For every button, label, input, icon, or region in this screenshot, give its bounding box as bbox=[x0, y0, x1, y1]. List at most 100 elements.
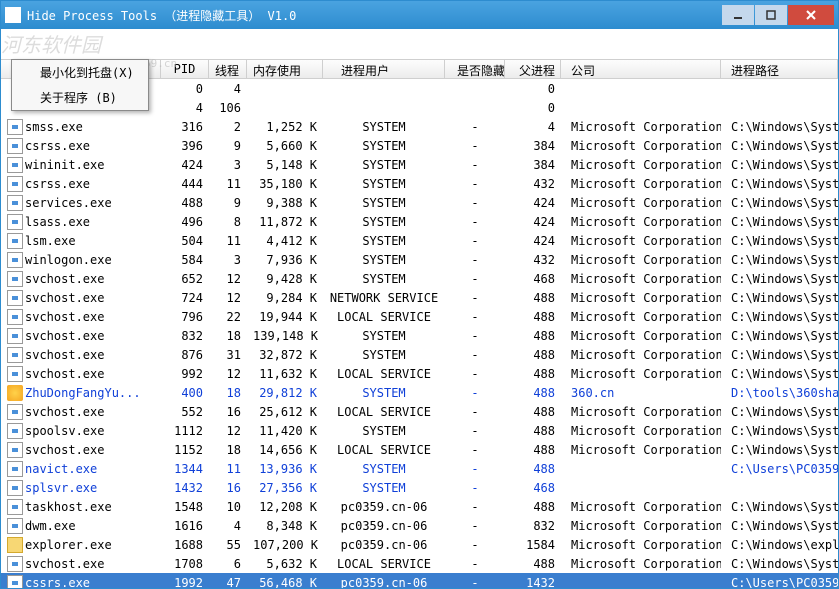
cell-path: C:\Windows\System3 bbox=[721, 443, 838, 457]
process-name: svchost.exe bbox=[25, 443, 104, 457]
cell-mem: 11,420 K bbox=[247, 424, 323, 438]
generic-icon bbox=[7, 404, 23, 420]
cell-name: services.exe bbox=[1, 195, 161, 211]
table-row[interactable]: svchost.exe83218139,148 KSYSTEM-488Micro… bbox=[1, 326, 838, 345]
cell-ppid: 384 bbox=[505, 139, 561, 153]
cell-name: spoolsv.exe bbox=[1, 423, 161, 439]
window-title: Hide Process Tools （进程隐藏工具） V1.0 bbox=[27, 7, 722, 24]
table-row[interactable]: navict.exe13441113,936 KSYSTEM-488C:\Use… bbox=[1, 459, 838, 478]
cell-ppid: 424 bbox=[505, 234, 561, 248]
cell-path: C:\Windows\System3 bbox=[721, 329, 838, 343]
table-row[interactable]: explorer.exe168855107,200 Kpc0359.cn-06-… bbox=[1, 535, 838, 554]
cell-hidden: - bbox=[445, 253, 505, 267]
table-row[interactable]: wininit.exe42435,148 KSYSTEM-384Microsof… bbox=[1, 155, 838, 174]
cell-ppid: 488 bbox=[505, 443, 561, 457]
cell-user: SYSTEM bbox=[323, 234, 445, 248]
cell-mem: 9,284 K bbox=[247, 291, 323, 305]
cell-pid: 1152 bbox=[161, 443, 209, 457]
cell-user: SYSTEM bbox=[323, 481, 445, 495]
col-path[interactable]: 进程路径 bbox=[721, 60, 838, 78]
table-row[interactable]: splsvr.exe14321627,356 KSYSTEM-468 bbox=[1, 478, 838, 497]
folder-icon bbox=[7, 537, 23, 553]
cell-user: pc0359.cn-06 bbox=[323, 576, 445, 589]
cell-hidden: - bbox=[445, 424, 505, 438]
col-user[interactable]: 进程用户 bbox=[323, 60, 445, 78]
table-row[interactable]: csrss.exe39695,660 KSYSTEM-384Microsoft … bbox=[1, 136, 838, 155]
cell-name: svchost.exe bbox=[1, 366, 161, 382]
table-row[interactable]: winlogon.exe58437,936 KSYSTEM-432Microso… bbox=[1, 250, 838, 269]
cell-user: SYSTEM bbox=[323, 272, 445, 286]
minimize-button[interactable] bbox=[722, 5, 754, 25]
generic-icon bbox=[7, 518, 23, 534]
table-row[interactable]: lsass.exe496811,872 KSYSTEM-424Microsoft… bbox=[1, 212, 838, 231]
cell-path: C:\Windows\System3 bbox=[721, 405, 838, 419]
cell-threads: 4 bbox=[209, 82, 247, 96]
cell-mem: 25,612 K bbox=[247, 405, 323, 419]
table-row[interactable]: svchost.exe7962219,944 KLOCAL SERVICE-48… bbox=[1, 307, 838, 326]
table-row[interactable]: svchost.exe11521814,656 KLOCAL SERVICE-4… bbox=[1, 440, 838, 459]
table-row[interactable]: lsm.exe504114,412 KSYSTEM-424Microsoft C… bbox=[1, 231, 838, 250]
table-row[interactable]: svchost.exe170865,632 KLOCAL SERVICE-488… bbox=[1, 554, 838, 573]
cell-company: Microsoft Corporation bbox=[561, 538, 721, 552]
window-controls bbox=[722, 5, 834, 25]
process-list[interactable]: 04041060smss.exe31621,252 KSYSTEM-4Micro… bbox=[1, 79, 838, 588]
cell-threads: 12 bbox=[209, 291, 247, 305]
table-row[interactable]: svchost.exe5521625,612 KLOCAL SERVICE-48… bbox=[1, 402, 838, 421]
table-row[interactable]: ZhuDongFangYu...4001829,812 KSYSTEM-4883… bbox=[1, 383, 838, 402]
maximize-button[interactable] bbox=[755, 5, 787, 25]
cell-company: Microsoft Corporation bbox=[561, 177, 721, 191]
cell-name: svchost.exe bbox=[1, 309, 161, 325]
cell-mem: 27,356 K bbox=[247, 481, 323, 495]
col-company[interactable]: 公司 bbox=[561, 60, 721, 78]
generic-icon bbox=[7, 575, 23, 589]
table-row[interactable]: spoolsv.exe11121211,420 KSYSTEM-488Micro… bbox=[1, 421, 838, 440]
cell-threads: 3 bbox=[209, 253, 247, 267]
process-name: explorer.exe bbox=[25, 538, 112, 552]
watermark-area: 河东软件园 www.pc0359.cn bbox=[1, 29, 838, 59]
cell-mem: 5,660 K bbox=[247, 139, 323, 153]
col-threads[interactable]: 线程 bbox=[209, 60, 247, 78]
cell-pid: 4 bbox=[161, 101, 209, 115]
col-mem[interactable]: 内存使用 bbox=[247, 60, 323, 78]
menu-about[interactable]: 关于程序 (B) bbox=[12, 85, 148, 110]
table-row[interactable]: svchost.exe8763132,872 KSYSTEM-488Micros… bbox=[1, 345, 838, 364]
cell-hidden: - bbox=[445, 405, 505, 419]
cell-ppid: 488 bbox=[505, 462, 561, 476]
titlebar[interactable]: Hide Process Tools （进程隐藏工具） V1.0 bbox=[1, 1, 838, 29]
col-hidden[interactable]: 是否隐藏 bbox=[445, 60, 505, 78]
table-row[interactable]: taskhost.exe15481012,208 Kpc0359.cn-06-4… bbox=[1, 497, 838, 516]
cell-user: SYSTEM bbox=[323, 253, 445, 267]
cell-name: csrss.exe bbox=[1, 138, 161, 154]
cell-hidden: - bbox=[445, 310, 505, 324]
table-row[interactable]: csrss.exe4441135,180 KSYSTEM-432Microsof… bbox=[1, 174, 838, 193]
generic-icon bbox=[7, 423, 23, 439]
table-row[interactable]: svchost.exe9921211,632 KLOCAL SERVICE-48… bbox=[1, 364, 838, 383]
table-row[interactable]: dwm.exe161648,348 Kpc0359.cn-06-832Micro… bbox=[1, 516, 838, 535]
generic-icon bbox=[7, 480, 23, 496]
process-name: ZhuDongFangYu... bbox=[25, 386, 141, 400]
cell-threads: 106 bbox=[209, 101, 247, 115]
table-row[interactable]: cssrs.exe19924756,468 Kpc0359.cn-06-1432… bbox=[1, 573, 838, 588]
table-row[interactable]: smss.exe31621,252 KSYSTEM-4Microsoft Cor… bbox=[1, 117, 838, 136]
cell-path: C:\Windows\System3 bbox=[721, 234, 838, 248]
table-row[interactable]: svchost.exe724129,284 KNETWORK SERVICE-4… bbox=[1, 288, 838, 307]
close-button[interactable] bbox=[788, 5, 834, 25]
menu-minimize-tray[interactable]: 最小化到托盘(X) bbox=[12, 60, 148, 85]
cell-hidden: - bbox=[445, 386, 505, 400]
generic-icon bbox=[7, 366, 23, 382]
cell-path: C:\Windows\System3 bbox=[721, 139, 838, 153]
col-ppid[interactable]: 父进程 bbox=[505, 60, 561, 78]
table-row[interactable]: svchost.exe652129,428 KSYSTEM-468Microso… bbox=[1, 269, 838, 288]
generic-icon bbox=[7, 309, 23, 325]
cell-pid: 1708 bbox=[161, 557, 209, 571]
cell-ppid: 424 bbox=[505, 215, 561, 229]
cell-user: SYSTEM bbox=[323, 139, 445, 153]
cell-hidden: - bbox=[445, 234, 505, 248]
process-name: cssrs.exe bbox=[25, 576, 90, 589]
cell-ppid: 384 bbox=[505, 158, 561, 172]
table-row[interactable]: services.exe48899,388 KSYSTEM-424Microso… bbox=[1, 193, 838, 212]
cell-ppid: 488 bbox=[505, 310, 561, 324]
cell-ppid: 488 bbox=[505, 367, 561, 381]
cell-ppid: 488 bbox=[505, 424, 561, 438]
cell-ppid: 4 bbox=[505, 120, 561, 134]
